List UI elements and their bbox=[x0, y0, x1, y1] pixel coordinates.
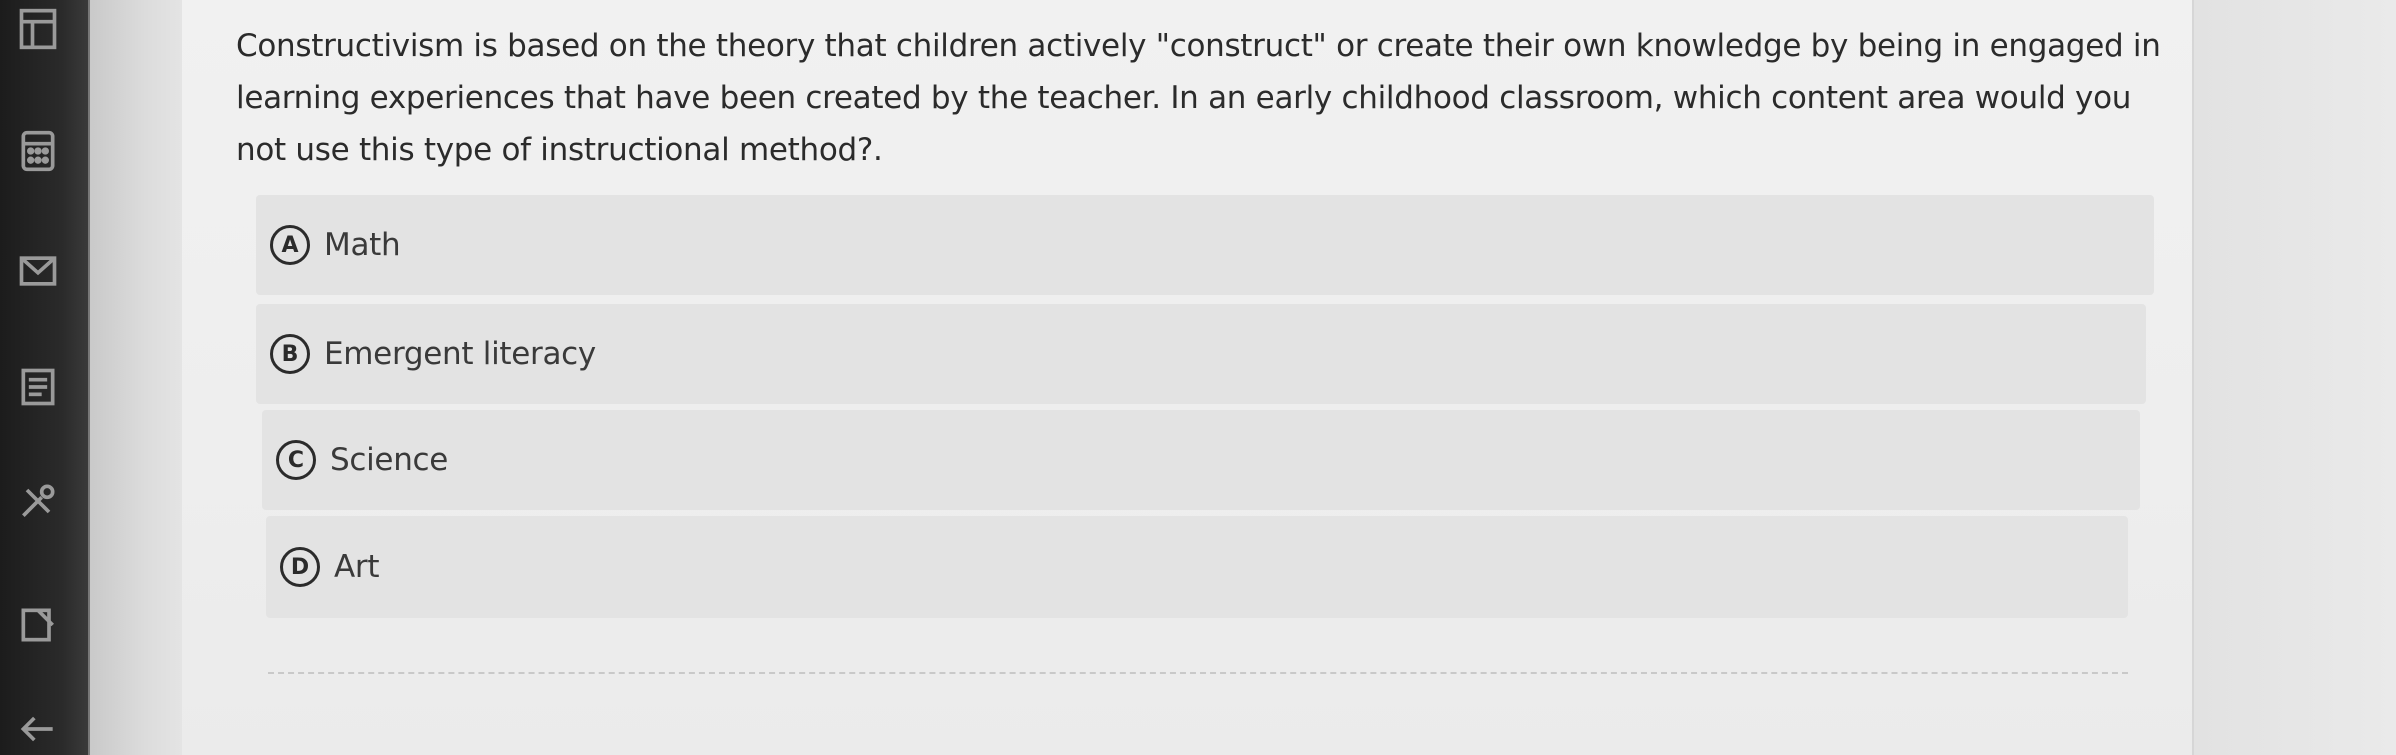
question-text: Constructivism is based on the theory th… bbox=[236, 28, 2161, 168]
tools-icon[interactable] bbox=[14, 478, 62, 524]
edit-icon[interactable] bbox=[14, 602, 62, 648]
option-a-letter: A bbox=[270, 225, 310, 265]
option-d-label: Art bbox=[334, 549, 380, 585]
right-margin bbox=[2192, 0, 2396, 755]
calculator-icon[interactable] bbox=[14, 128, 62, 174]
grid-icon[interactable] bbox=[14, 6, 62, 52]
option-b[interactable]: B Emergent literacy bbox=[256, 304, 2146, 404]
option-c[interactable]: C Science bbox=[262, 410, 2140, 510]
left-toolbar bbox=[0, 0, 88, 755]
mail-icon[interactable] bbox=[14, 248, 62, 294]
divider bbox=[268, 672, 2128, 674]
rail-divider bbox=[88, 0, 182, 755]
option-c-letter: C bbox=[276, 440, 316, 480]
option-d-letter: D bbox=[280, 547, 320, 587]
option-b-label: Emergent literacy bbox=[324, 336, 596, 372]
back-icon[interactable] bbox=[14, 706, 62, 752]
option-a[interactable]: A Math bbox=[256, 195, 2154, 295]
option-c-label: Science bbox=[330, 442, 449, 478]
option-d[interactable]: D Art bbox=[266, 516, 2128, 618]
option-a-label: Math bbox=[324, 227, 401, 263]
option-b-letter: B bbox=[270, 334, 310, 374]
list-icon[interactable] bbox=[14, 364, 62, 410]
